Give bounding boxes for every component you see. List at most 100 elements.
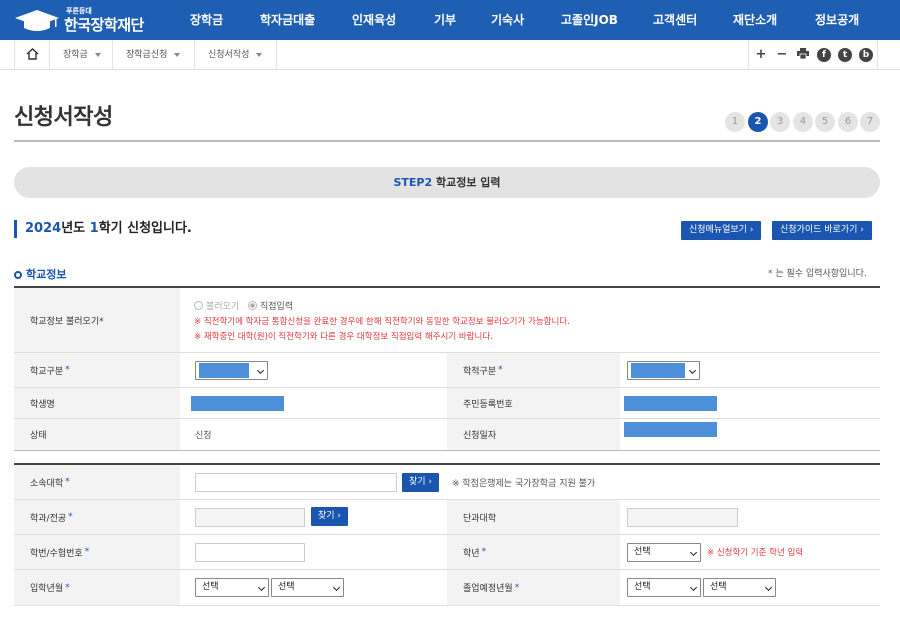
school-type-select[interactable]	[195, 361, 268, 380]
semester-year: 2024	[25, 221, 62, 236]
breadcrumb-item-form[interactable]: 신청서작성	[195, 40, 277, 70]
menu-item-loan[interactable]: 학자금대출	[260, 0, 315, 40]
chevron-down-icon	[688, 366, 697, 375]
blog-icon[interactable]: b	[859, 48, 873, 62]
step-banner: STEP2 학교정보 입력	[14, 167, 880, 198]
step-indicator: 1 2 3 4 5 6 7	[725, 112, 881, 132]
required-note: * 는 필수 입력사항입니다.	[768, 269, 867, 279]
menu-item-customer-center[interactable]: 고객센터	[653, 0, 697, 40]
department-label-text: 학과/전공	[30, 513, 67, 524]
menu-item-public-info[interactable]: 정보공개	[815, 0, 859, 40]
section-title-label: 학교정보	[26, 268, 67, 281]
guide-button[interactable]: 신청가이드 바로가기 ›	[772, 221, 872, 240]
school-type-label: 학교구분 *	[14, 353, 180, 387]
menu-item-donation[interactable]: 기부	[434, 0, 456, 40]
chevron-down-icon	[764, 583, 773, 592]
university-label: 소속대학 *	[14, 465, 180, 499]
required-mark: *	[498, 365, 503, 375]
university-input[interactable]	[195, 473, 397, 492]
step-3: 3	[770, 112, 790, 132]
home-button[interactable]	[14, 40, 50, 70]
school-type-label-text: 학교구분	[30, 366, 64, 377]
selected-value-highlight	[631, 363, 685, 378]
menu-item-talent[interactable]: 인재육성	[352, 0, 396, 40]
grade-select[interactable]: 선택	[627, 543, 701, 562]
chevron-down-icon	[256, 52, 263, 57]
selected-value-highlight	[199, 363, 249, 378]
logo-title: 한국장학재단	[64, 16, 144, 34]
apply-date-value	[624, 422, 717, 437]
entry-month-select[interactable]: 선택	[271, 578, 344, 597]
semester-heading: 2024년도 1학기 신청입니다.	[14, 220, 192, 238]
university-find-button[interactable]: 찾기 ›	[402, 473, 440, 492]
radio-direct-label: 직접입력	[260, 301, 294, 312]
entry-date-label: 입학년월 *	[14, 570, 180, 605]
graduation-year-select[interactable]: 선택	[627, 578, 701, 597]
state-value: 신청	[195, 431, 212, 441]
menu-item-about[interactable]: 재단소개	[733, 0, 777, 40]
chevron-down-icon	[332, 583, 341, 592]
state-label: 상태	[14, 419, 180, 450]
grade-label: 학년 *	[447, 535, 620, 569]
resident-number-value	[624, 396, 717, 411]
print-button[interactable]	[796, 48, 810, 62]
step-7: 7	[860, 112, 880, 132]
chevron-down-icon	[256, 366, 265, 375]
menu-item-scholarship[interactable]: 장학금	[190, 0, 223, 40]
table-row: 소속대학 * 찾기 › ※ 학점은행제는 국가장학금 지원 불가	[14, 465, 880, 500]
radio-direct-input[interactable]	[248, 300, 257, 310]
radio-load[interactable]	[194, 300, 203, 310]
student-status-select[interactable]	[627, 361, 700, 380]
page-title: 신청서작성	[14, 105, 113, 130]
department-input[interactable]	[195, 508, 305, 527]
page-tools: + − f t b	[748, 40, 878, 70]
department-find-button[interactable]: 찾기 ›	[311, 507, 349, 526]
table-row: 상태 신청 신청일자	[14, 419, 880, 451]
chevron-down-icon	[257, 583, 266, 592]
college-input[interactable]	[627, 508, 738, 527]
facebook-icon[interactable]: f	[817, 48, 831, 62]
student-status-label-text: 학적구분	[463, 366, 497, 377]
logo[interactable]: 푸른등대 한국장학재단	[14, 5, 164, 35]
section-title: 학교정보	[14, 266, 66, 282]
warning-text-2: ※ 재학중인 대학(원)이 직전학기와 다른 경우 대학정보 직접입력 해주시기…	[194, 331, 493, 342]
breadcrumb-item-scholarship[interactable]: 장학금	[50, 40, 113, 70]
table-row: 학번/수험번호 * 학년 * 선택 ※ 신청학기 기준 학년 입력	[14, 535, 880, 570]
zoom-out-button[interactable]: −	[775, 48, 789, 62]
department-label: 학과/전공 *	[14, 500, 180, 534]
school-info-table: 학교정보 불러오기* 불러오기 직접입력 ※ 직전학기에 학자금 통합신청을 완…	[14, 286, 880, 451]
load-school-info-label: 학교정보 불러오기*	[14, 288, 180, 352]
chevron-down-icon	[94, 52, 101, 57]
step-number: STEP2	[393, 176, 433, 189]
university-note: ※ 학점은행제는 국가장학금 지원 불가	[452, 479, 596, 489]
student-number-input[interactable]	[195, 543, 305, 562]
menu-item-dormitory[interactable]: 기숙사	[491, 0, 524, 40]
home-icon	[26, 48, 39, 60]
manual-button[interactable]: 신청메뉴얼보기 ›	[681, 221, 762, 240]
chevron-down-icon	[689, 583, 698, 592]
breadcrumb-label: 장학금신청	[126, 50, 168, 60]
breadcrumb-item-application[interactable]: 장학금신청	[113, 40, 195, 70]
menu-item-job[interactable]: 고졸인JOB	[561, 0, 618, 40]
required-mark: *	[481, 547, 487, 557]
resident-number-label: 주민등록번호	[447, 388, 620, 418]
breadcrumb: 장학금 장학금신청 신청서작성 + − f t b	[0, 40, 900, 70]
university-table: 소속대학 * 찾기 › ※ 학점은행제는 국가장학금 지원 불가 학과/전공 * 찾…	[14, 463, 880, 606]
twitter-icon[interactable]: t	[838, 48, 852, 62]
student-name-value	[191, 396, 284, 411]
breadcrumb-label: 장학금	[63, 50, 88, 60]
print-icon	[797, 48, 809, 60]
step-label: 학교정보 입력	[435, 176, 501, 189]
zoom-in-button[interactable]: +	[754, 48, 768, 62]
grade-label-text: 학년	[463, 548, 480, 559]
step-5: 5	[815, 112, 835, 132]
required-mark: *	[65, 477, 70, 487]
top-navigation: 푸른등대 한국장학재단 장학금 학자금대출 인재육성 기부 기숙사 고졸인JOB…	[0, 0, 900, 40]
entry-month-value: 선택	[278, 582, 295, 592]
entry-year-select[interactable]: 선택	[195, 578, 269, 597]
chevron-down-icon	[174, 52, 181, 57]
semester-year-suffix: 년도	[61, 221, 90, 236]
grade-note: ※ 신청학기 기준 학년 입력	[707, 548, 804, 558]
graduation-month-select[interactable]: 선택	[703, 578, 776, 597]
breadcrumb-label: 신청서작성	[208, 50, 250, 60]
